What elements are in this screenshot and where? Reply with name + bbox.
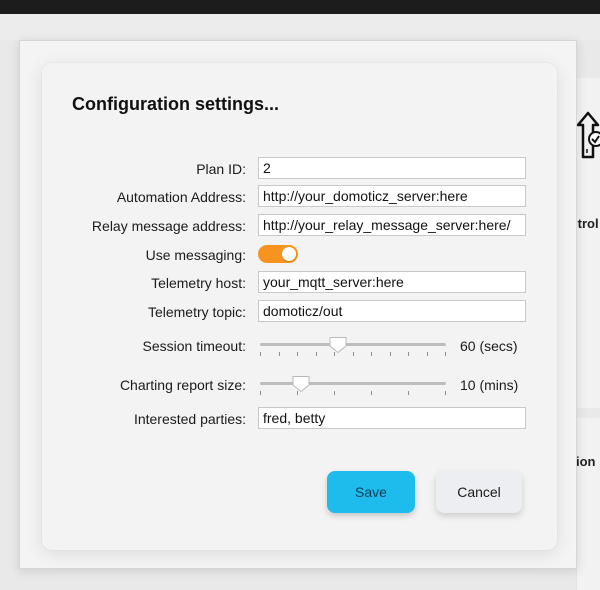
- slider-tick: [334, 352, 335, 356]
- telemetry-host-label: Telemetry host:: [151, 275, 246, 291]
- session-timeout-value: 60 (secs): [460, 338, 518, 354]
- cancel-button[interactable]: Cancel: [436, 471, 522, 513]
- row-relay-message-address: Relay message address:: [42, 214, 557, 238]
- background-partial-label-option: ion: [576, 454, 596, 469]
- plan-id-input[interactable]: [258, 157, 526, 179]
- row-plan-id: Plan ID:: [42, 157, 557, 181]
- session-timeout-label: Session timeout:: [142, 338, 247, 354]
- slider-track: [260, 382, 446, 385]
- slider-tick: [297, 352, 298, 356]
- slider-tick: [279, 352, 280, 356]
- row-charting-report-size: Charting report size: 10 (mins): [42, 373, 557, 397]
- toggle-knob: [282, 247, 296, 261]
- save-button[interactable]: Save: [327, 471, 415, 513]
- slider-thumb-icon[interactable]: [328, 336, 348, 354]
- slider-tick: [353, 352, 354, 356]
- telemetry-topic-label: Telemetry topic:: [147, 304, 246, 320]
- use-messaging-label: Use messaging:: [145, 247, 246, 263]
- slider-tick: [445, 391, 446, 395]
- window-toolbar-area: [0, 14, 600, 40]
- slider-tick: [390, 352, 391, 356]
- background-partial-label-control: itrol: [574, 216, 599, 231]
- relay-message-address-input[interactable]: [258, 214, 526, 236]
- slider-tick: [371, 391, 372, 395]
- interested-parties-input[interactable]: [258, 407, 526, 429]
- upload-check-icon: [576, 111, 600, 161]
- row-telemetry-topic: Telemetry topic:: [42, 300, 557, 324]
- interested-parties-label: Interested parties:: [133, 411, 246, 427]
- slider-tick: [408, 352, 409, 356]
- telemetry-topic-input[interactable]: [258, 300, 526, 322]
- slider-track: [260, 343, 446, 346]
- slider-tick: [371, 352, 372, 356]
- configuration-dialog: Configuration settings... Plan ID: Autom…: [42, 63, 557, 550]
- row-session-timeout: Session timeout: 60 (secs): [42, 334, 557, 358]
- automation-address-input[interactable]: [258, 185, 526, 207]
- relay-message-address-label: Relay message address:: [91, 218, 246, 234]
- slider-tick: [408, 391, 409, 395]
- slider-tick: [427, 352, 428, 356]
- row-telemetry-host: Telemetry host:: [42, 271, 557, 295]
- charting-report-size-value: 10 (mins): [460, 377, 519, 393]
- slider-tick: [260, 352, 261, 356]
- charting-report-size-label: Charting report size:: [119, 377, 246, 393]
- automation-address-label: Automation Address:: [116, 189, 246, 205]
- row-interested-parties: Interested parties:: [42, 407, 557, 431]
- slider-tick: [316, 352, 317, 356]
- background-panel-bottom: [576, 418, 600, 590]
- slider-tick: [445, 352, 446, 356]
- slider-tick: [334, 391, 335, 395]
- plan-id-label: Plan ID:: [196, 161, 246, 177]
- use-messaging-toggle[interactable]: [258, 245, 298, 263]
- charting-report-size-slider[interactable]: [260, 373, 446, 397]
- row-automation-address: Automation Address:: [42, 185, 557, 209]
- row-use-messaging: Use messaging:: [42, 243, 557, 267]
- slider-tick: [297, 391, 298, 395]
- slider-thumb-icon[interactable]: [291, 375, 311, 393]
- session-timeout-slider[interactable]: [260, 334, 446, 358]
- window-top-bar: [0, 0, 600, 14]
- dialog-title: Configuration settings...: [72, 94, 279, 114]
- slider-tick: [260, 391, 261, 395]
- telemetry-host-input[interactable]: [258, 271, 526, 293]
